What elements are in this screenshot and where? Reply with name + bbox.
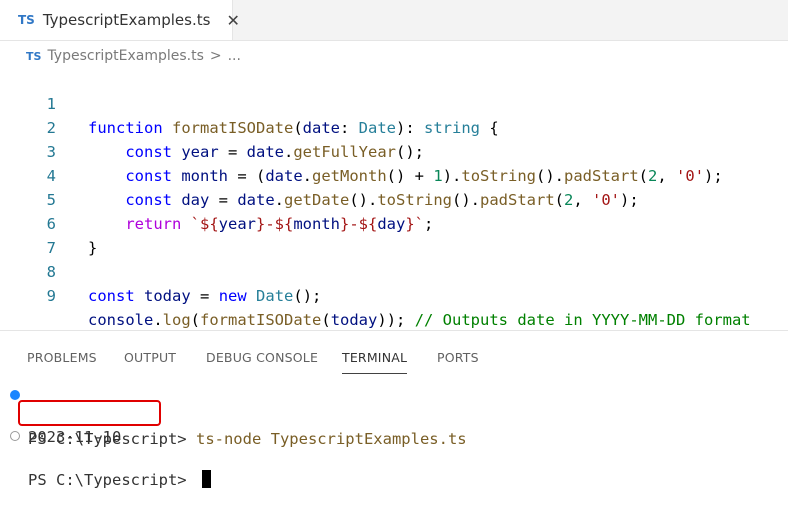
terminal-line: PS C:\Typescript> (0, 425, 788, 489)
bottom-panel: PROBLEMS OUTPUT DEBUG CONSOLE TERMINAL P… (0, 330, 788, 489)
tab-debug-console[interactable]: DEBUG CONSOLE (206, 350, 318, 365)
breadcrumb-more[interactable]: ... (228, 48, 241, 64)
code-line: 7 (0, 212, 788, 257)
code-token: formatISODate (200, 311, 322, 329)
code-token: . (153, 311, 163, 329)
code-token: )); (377, 311, 415, 329)
breadcrumb-file[interactable]: TypescriptExamples.ts (47, 48, 203, 64)
code-token: today (330, 311, 378, 329)
code-line: 2 const year = date.getFullYear(); (0, 92, 788, 161)
typescript-file-icon: TS (26, 49, 42, 63)
terminal-cursor (201, 470, 211, 488)
active-tab-underline (342, 373, 407, 374)
command-success-dot-icon[interactable] (10, 390, 20, 400)
code-token: console (88, 311, 154, 329)
code-line-active: 10 (0, 284, 788, 354)
close-icon[interactable]: ✕ (226, 11, 239, 30)
typescript-file-icon: TS (18, 13, 35, 27)
code-token: ( (321, 311, 331, 329)
command-pending-dot-icon[interactable] (10, 431, 20, 441)
code-line: 1 function formatISODate(date: Date): st… (0, 68, 788, 137)
code-line: 5 return `${year}-${month}-${day}`; (0, 164, 788, 233)
editor-tab-bar: TS TypescriptExamples.ts ✕ (0, 0, 788, 41)
code-line: 8 const today = new Date(); (0, 236, 788, 305)
code-line: 3 const month = (date.getMonth() + 1).to… (0, 116, 788, 185)
panel-tabs: PROBLEMS OUTPUT DEBUG CONSOLE TERMINAL P… (0, 331, 788, 377)
code-comment: // Outputs date in YYYY-MM-DD format (414, 311, 751, 329)
code-line: 9 console.log(formatISODate(today)); // … (0, 260, 788, 329)
tab-typescript-examples[interactable]: TS TypescriptExamples.ts ✕ (0, 0, 240, 40)
code-line: 4 const day = date.getDate().toString().… (0, 140, 788, 209)
tab-problems[interactable]: PROBLEMS (27, 350, 97, 365)
tab-output[interactable]: OUTPUT (124, 350, 176, 365)
tab-terminal[interactable]: TERMINAL (342, 350, 407, 365)
code-editor[interactable]: 1 function formatISODate(date: Date): st… (0, 68, 788, 354)
terminal-prompt: PS C:\Typescript> (28, 471, 196, 489)
code-token: ( (190, 311, 201, 329)
code-line: 6 } (0, 188, 788, 257)
chevron-right-icon: > (209, 48, 222, 64)
output-highlight-box (18, 400, 161, 426)
breadcrumb: TS TypescriptExamples.ts > ... (0, 44, 788, 68)
tab-ports[interactable]: PORTS (437, 350, 479, 365)
tab-title: TypescriptExamples.ts (42, 11, 211, 29)
code-token: log (162, 311, 191, 329)
